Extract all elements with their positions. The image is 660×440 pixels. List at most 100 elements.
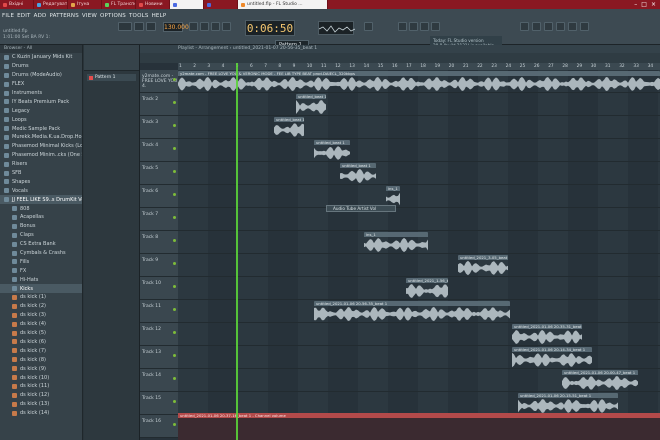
pattern-item[interactable]: Pattern 1 [87,74,136,81]
browser-tab[interactable]: Вхідні [0,0,34,9]
track-header[interactable]: Track 10 [140,277,178,300]
audio-clip[interactable]: untitled_2021-01-06 20-35-31_beat 1 [512,324,582,345]
browser-folder[interactable]: Kicks [0,284,82,294]
browser-folder[interactable]: Shapes [0,177,82,186]
audio-clip[interactable]: ins_1 [386,186,400,207]
track-header[interactable]: y2mate.com - FREE LOVE YOU 4. [140,70,178,93]
loop-record-icon[interactable] [222,22,231,31]
playlist-icon[interactable] [431,22,440,31]
browser-file[interactable]: ds kick (7) [0,346,82,355]
channel-rack-icon[interactable] [420,22,429,31]
browser-folder[interactable]: FLEX [0,80,82,89]
menu-item-patterns[interactable]: PATTERNS [49,13,78,19]
track-lane[interactable]: untitled_2021-01-06 20-15-51_beat 1 [178,392,660,415]
audio-clip[interactable]: untitled_2021-01-06 20-14-34_beat 1 [512,347,592,368]
browser-folder[interactable]: Bonus [0,222,82,231]
browser-folder[interactable]: Murekk.Media.K.ua.Drop.House [0,133,82,142]
track-mute-led-icon[interactable] [173,101,176,104]
track-mute-led-icon[interactable] [173,216,176,219]
browser-folder[interactable]: Legacy [0,106,82,115]
track-mute-led-icon[interactable] [173,423,176,426]
browser-folder[interactable]: Loops [0,115,82,124]
browser-folder[interactable]: JJ FEEL LIKE S9..s DrumKit Vol.1 [0,195,82,205]
browser-folder[interactable]: Instruments [0,89,82,98]
playhead[interactable] [236,63,238,440]
browser-folder[interactable]: Phasemod Minim..cks (One Shot) [0,151,82,160]
track-lane[interactable]: ins_1 [178,231,660,254]
audio-clip[interactable]: untitled_beat 1 [314,140,350,161]
track-mute-led-icon[interactable] [173,78,176,81]
mixer-icon[interactable] [409,22,418,31]
track-mute-led-icon[interactable] [173,308,176,311]
track-lane[interactable]: untitled_2021_1-56_beat 1 [178,277,660,300]
browser-file[interactable]: ds kick (9) [0,364,82,373]
track-lane[interactable]: untitled_2021-01-06 20-35-31_beat 1 [178,323,660,346]
track-header[interactable]: Track 7 [140,208,178,231]
track-header[interactable]: Track 15 [140,392,178,415]
audio-clip[interactable]: untitled_2021_1-56_beat 1 [406,278,448,299]
window-controls[interactable]: – □ × [634,1,660,8]
browser-folder[interactable]: Risers [0,160,82,169]
menu-item-options[interactable]: OPTIONS [100,13,126,19]
track-mute-led-icon[interactable] [173,400,176,403]
browser-folder[interactable]: Claps [0,231,82,240]
track-lane[interactable]: ins_1 [178,185,660,208]
track-header[interactable]: Track 5 [140,162,178,185]
browser-folder[interactable]: Vocals [0,186,82,195]
track-lane[interactable]: untitled_2021-01-06 20-56-35_beat 1 [178,300,660,323]
browser-tab[interactable]: FL Транспорт [102,0,136,9]
browser-folder[interactable]: Fills [0,257,82,266]
browser-folder[interactable]: IY Beats Premium Pack [0,97,82,106]
browser-toggle-icon[interactable] [532,22,541,31]
browser-folder[interactable]: CS Extra Bank [0,240,82,249]
audio-clip[interactable]: untitled_2021-01-06 20-56-35_beat 1 [314,301,510,322]
browser-folder[interactable]: Acapellas [0,213,82,222]
minimize-icon[interactable]: – [634,1,637,8]
track-mute-led-icon[interactable] [173,262,176,265]
browser-file[interactable]: ds kick (3) [0,311,82,320]
audio-clip[interactable]: untitled_beat 1 [296,94,326,115]
track-lane[interactable]: untitled_2021_3-05_beat 1 [178,254,660,277]
track-header[interactable]: Track 13 [140,346,178,369]
browser-file[interactable]: ds kick (2) [0,302,82,311]
browser-folder[interactable]: 808 [0,204,82,213]
automation-clip[interactable]: untitled_2021-01-06 20-37-16_beat 1 - Ch… [178,413,660,440]
menu-item-view[interactable]: VIEW [82,13,97,19]
time-ruler[interactable]: 1234567891011121314151617181920212223242… [178,63,660,70]
browser-folder[interactable]: SFB [0,169,82,178]
browser-folder[interactable]: C Kuzin January Mids Kit [0,53,82,62]
menu-item-help[interactable]: HELP [152,13,167,19]
track-lane[interactable]: untitled_beat 1 [178,93,660,116]
track-header[interactable]: Track 11 [140,300,178,323]
track-lane[interactable]: untitled_beat 1 [178,116,660,139]
browser-file[interactable]: ds kick (5) [0,329,82,338]
record-button[interactable] [146,22,156,31]
metronome-icon[interactable] [189,22,198,31]
menu-item-edit[interactable]: EDIT [17,13,31,19]
browser-folder[interactable]: Phasemod Minimal Kicks (Loops) [0,142,82,151]
track-lane[interactable]: untitled_2021-01-06 20-00-47_beat 1 [178,369,660,392]
browser-tab[interactable]: Редагувати ... [34,0,68,9]
browser-tab[interactable] [204,0,238,9]
track-mute-led-icon[interactable] [173,354,176,357]
browser-tab[interactable] [170,0,204,9]
tempo-display[interactable]: 130.000 [163,22,189,32]
browser-folder[interactable]: Hi-Hats [0,275,82,284]
browser-tab[interactable]: Новини [136,0,170,9]
piano-roll-icon[interactable] [398,22,407,31]
browser-folder[interactable]: Medic Sample Pack [0,124,82,133]
track-mute-led-icon[interactable] [173,239,176,242]
track-header[interactable]: Track 14 [140,369,178,392]
track-mute-led-icon[interactable] [173,285,176,288]
track-lane[interactable]: untitled_2021-01-06 20-14-34_beat 1 [178,346,660,369]
audio-clip[interactable]: untitled_2021-01-06 20-00-47_beat 1 [562,370,638,391]
play-button[interactable] [118,22,132,31]
track-header[interactable]: Track 16 [140,415,178,438]
browser-file[interactable]: ds kick (6) [0,338,82,347]
settings-icon[interactable] [580,22,589,31]
track-mute-led-icon[interactable] [173,170,176,173]
audio-clip[interactable]: ins_1 [364,232,428,253]
maximize-icon[interactable]: □ [641,1,647,8]
track-mute-led-icon[interactable] [173,124,176,127]
track-header[interactable]: Track 12 [140,323,178,346]
